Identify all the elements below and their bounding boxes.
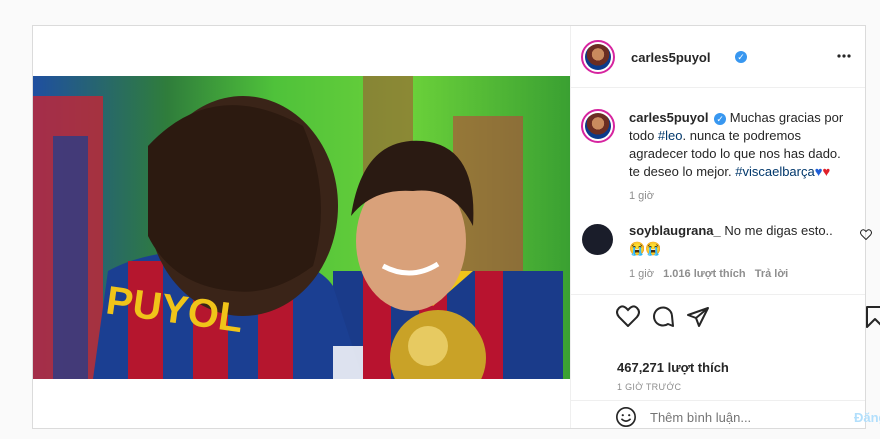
hashtag-viscaelbarca[interactable]: #viscaelbarça	[735, 164, 815, 179]
hashtag-leo[interactable]: #leo	[658, 128, 683, 143]
caption: carles5puyol ✓ Muchas gracias por todo #…	[629, 109, 855, 181]
comment-meta: 1 giờ 1.016 lượt thích Trả lời	[629, 268, 788, 280]
comment-time[interactable]: 1 giờ	[629, 268, 654, 280]
comment-icon[interactable]	[651, 305, 675, 329]
post-photo[interactable]: PUYOL	[33, 76, 570, 379]
verified-badge-icon: ✓	[714, 112, 727, 125]
heart-emojis: ♥	[822, 164, 831, 179]
add-comment-section: Đăng	[570, 400, 880, 431]
caption-avatar[interactable]	[581, 109, 615, 143]
caption-time[interactable]: 1 giờ	[629, 190, 654, 202]
verified-badge-icon: ✓	[735, 51, 747, 63]
comment-text: No me digas esto..	[724, 223, 833, 238]
reply-button[interactable]: Trả lời	[755, 268, 789, 280]
post-header: carles5puyol ✓	[570, 26, 865, 88]
post-comment-button[interactable]: Đăng	[854, 410, 880, 425]
commenter-avatar[interactable]	[582, 224, 613, 255]
action-bar	[570, 294, 865, 296]
comment-input[interactable]	[650, 407, 820, 427]
post-card: PUYOL carles5puyol ✓ carles5puyol ✓ Much…	[32, 25, 880, 431]
photo-illustration: PUYOL	[33, 76, 563, 379]
share-icon[interactable]	[686, 305, 710, 329]
emoji-icon[interactable]	[615, 406, 637, 428]
author-avatar[interactable]	[581, 40, 615, 74]
author-username[interactable]: carles5puyol	[631, 50, 711, 65]
comment-emojis: 😭😭	[629, 241, 662, 256]
post-side-panel: carles5puyol ✓ carles5puyol ✓ Muchas gra…	[570, 26, 880, 431]
heart-icon[interactable]	[616, 305, 640, 327]
comment: soyblaugrana_ No me digas esto.. 😭😭	[629, 222, 834, 258]
more-options-icon[interactable]	[837, 53, 851, 59]
commenter-username[interactable]: soyblaugrana_	[629, 223, 721, 238]
caption-username[interactable]: carles5puyol	[629, 110, 709, 125]
post-time-ago[interactable]: 1 GIỜ TRƯỚC	[617, 382, 681, 392]
bookmark-icon[interactable]	[865, 305, 880, 329]
likes-count[interactable]: 467,271 lượt thích	[617, 360, 729, 375]
comment-likes[interactable]: 1.016 lượt thích	[663, 268, 745, 280]
post-media: PUYOL	[33, 26, 571, 428]
comment-like-heart-icon[interactable]	[860, 229, 872, 240]
